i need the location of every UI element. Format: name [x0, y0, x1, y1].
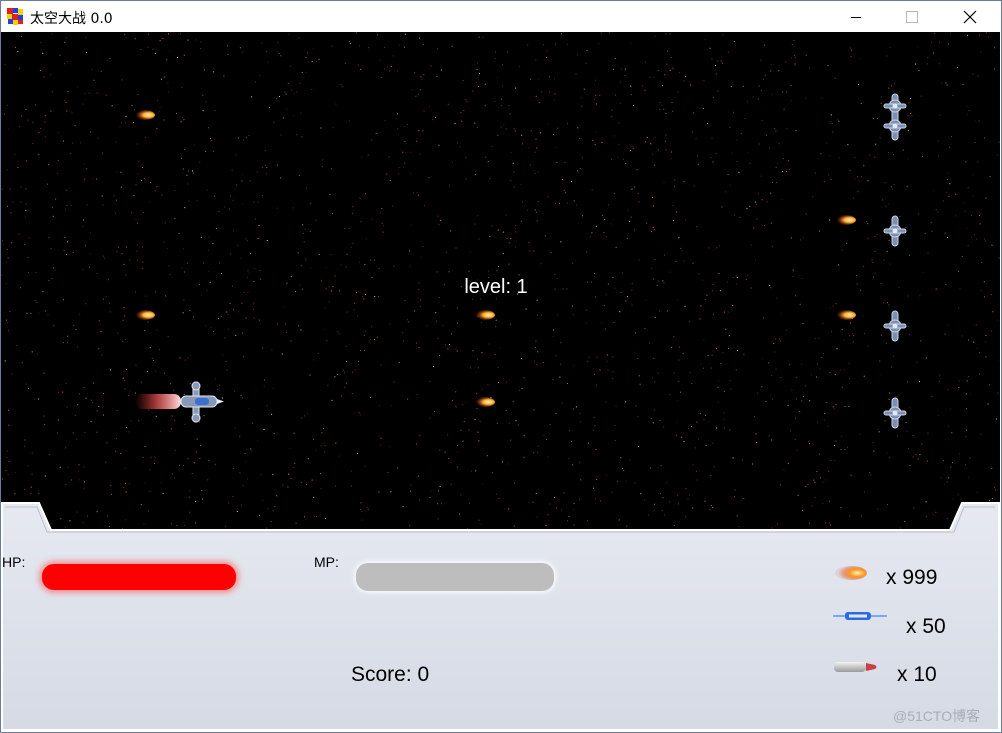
player-ship[interactable] [135, 380, 225, 424]
maximize-button[interactable] [889, 1, 935, 32]
window-title: 太空大战 0.0 [30, 11, 113, 27]
enemy-ship[interactable] [881, 92, 909, 142]
minimize-icon [851, 16, 861, 18]
minimize-button[interactable] [833, 1, 879, 32]
title-bar[interactable]: 太空大战 0.0 [1, 1, 1001, 32]
enemy-bullet [133, 310, 155, 320]
app-icon [7, 8, 23, 25]
enemy-ship[interactable] [881, 214, 909, 248]
close-button[interactable] [947, 1, 993, 32]
enemy-ship[interactable] [881, 396, 909, 430]
maximize-icon [906, 10, 918, 23]
engine-exhaust [135, 394, 181, 409]
laser-count: x 50 [906, 615, 946, 638]
enemy-bullet [834, 215, 856, 225]
level-indicator: level: 1 [464, 276, 528, 298]
close-icon [963, 10, 977, 23]
watermark: @51CTO博客 [893, 708, 981, 724]
mp-bar [356, 563, 554, 591]
fireball-icon [835, 566, 867, 580]
missile-count: x 10 [897, 663, 937, 686]
laser-icon [833, 612, 887, 620]
enemy-bullet [834, 310, 856, 320]
enemy-bullet [473, 397, 495, 407]
mp-label: MP: [314, 554, 339, 570]
missile-icon [834, 662, 877, 672]
game-canvas[interactable]: level: 1 [1, 32, 1000, 530]
hp-label: HP: [2, 554, 26, 570]
enemy-bullet [133, 110, 155, 120]
enemy-bullet [473, 310, 495, 320]
score-display: Score: 0 [351, 663, 430, 686]
fireball-count: x 999 [886, 566, 938, 589]
enemy-ship[interactable] [881, 309, 909, 343]
hp-bar [42, 564, 236, 590]
